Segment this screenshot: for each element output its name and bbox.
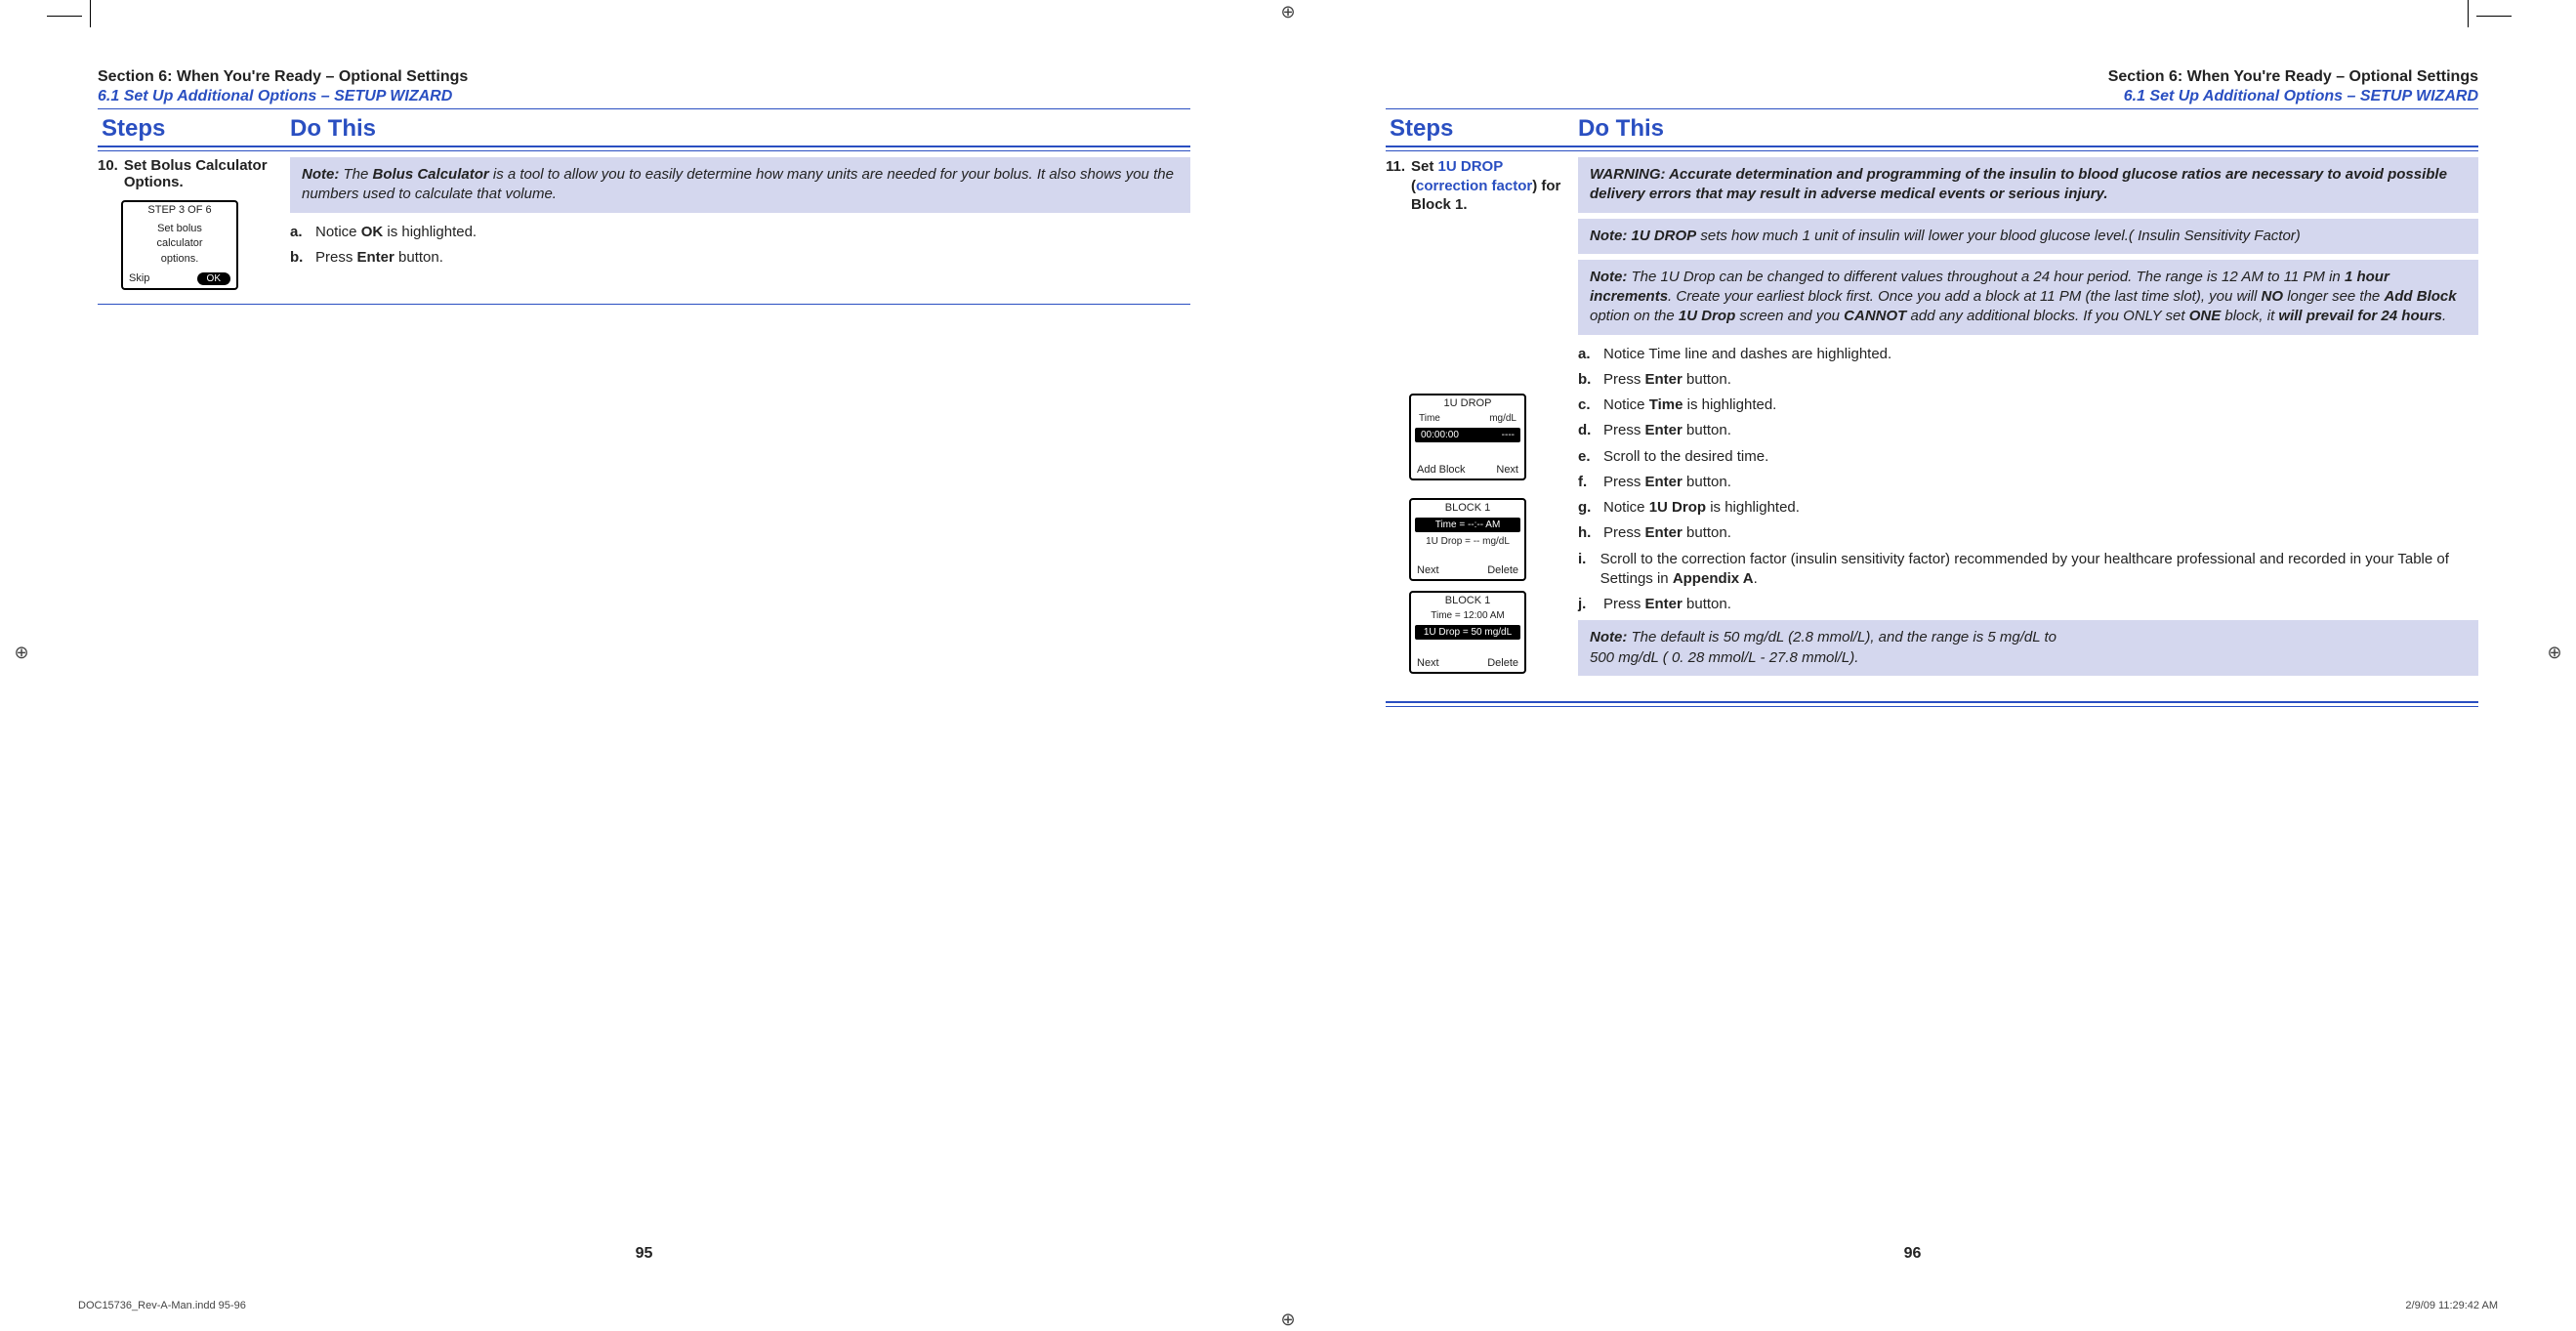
page-95: Section 6: When You're Ready – Optional … [0,0,1288,1331]
substep: j.Press Enter button. [1578,595,2478,614]
substeps-95: a.Notice OK is highlighted. b.Press Enter… [290,223,1190,269]
substep: e.Scroll to the desired time. [1578,447,2478,467]
device-1u-drop: 1U DROP Timemg/dL 00:00:00---- Add Block… [1409,394,1526,480]
note-box-1udrop: Note: 1U DROP sets how much 1 unit of in… [1578,219,2478,254]
substep: d.Press Enter button. [1578,421,2478,440]
substep: h.Press Enter button. [1578,523,2478,543]
slug-file: DOC15736_Rev-A-Man.indd 95-96 [78,1300,246,1311]
page-number: 95 [636,1245,653,1263]
substep: f.Press Enter button. [1578,473,2478,492]
note-box: Note: The Bolus Calculator is a tool to … [290,157,1190,213]
substep: c.Notice Time is highlighted. [1578,395,2478,415]
note-box-range: Note: The 1U Drop can be changed to diff… [1578,260,2478,335]
device-block1-filled: BLOCK 1 Time = 12:00 AM 1U Drop = 50 mg/… [1409,591,1526,674]
section-subtitle: 6.1 Set Up Additional Options – SETUP WI… [98,88,1190,105]
substeps-96: a.Notice Time line and dashes are highli… [1578,345,2478,615]
note-box-default: Note: The default is 50 mg/dL (2.8 mmol/… [1578,620,2478,676]
section-title: Section 6: When You're Ready – Optional … [1386,68,2478,86]
substep: a.Notice OK is highlighted. [290,223,1190,242]
section-subtitle: 6.1 Set Up Additional Options – SETUP WI… [1386,88,2478,105]
ok-button-highlight: OK [197,272,230,285]
step-text: Set 1U DROP (correction factor) for Bloc… [1411,157,1568,215]
slug-time: 2/9/09 11:29:42 AM [2405,1300,2498,1311]
page-number: 96 [1904,1245,1922,1263]
substep: b.Press Enter button. [1578,370,2478,390]
page-96: Section 6: When You're Ready – Optional … [1288,0,2576,1331]
step-text: Set Bolus Calculator Options. [124,157,280,190]
step-number: 11. [1386,157,1411,215]
step-number: 10. [98,157,124,190]
substep: b.Press Enter button. [290,248,1190,268]
col-header-dothis: Do This [290,115,376,143]
substep: g.Notice 1U Drop is highlighted. [1578,498,2478,518]
substep: a.Notice Time line and dashes are highli… [1578,345,2478,364]
col-header-dothis: Do This [1578,115,1664,143]
col-header-steps: Steps [1386,115,1578,143]
warning-box: WARNING: Accurate determination and prog… [1578,157,2478,213]
device-block1-blank: BLOCK 1 Time = --:-- AM 1U Drop = -- mg/… [1409,498,1526,581]
device-screen-step3: STEP 3 OF 6 Set bolus calculator options… [121,200,238,290]
col-header-steps: Steps [98,115,290,143]
section-title: Section 6: When You're Ready – Optional … [98,68,1190,86]
substep: i.Scroll to the correction factor (insul… [1578,550,2478,590]
